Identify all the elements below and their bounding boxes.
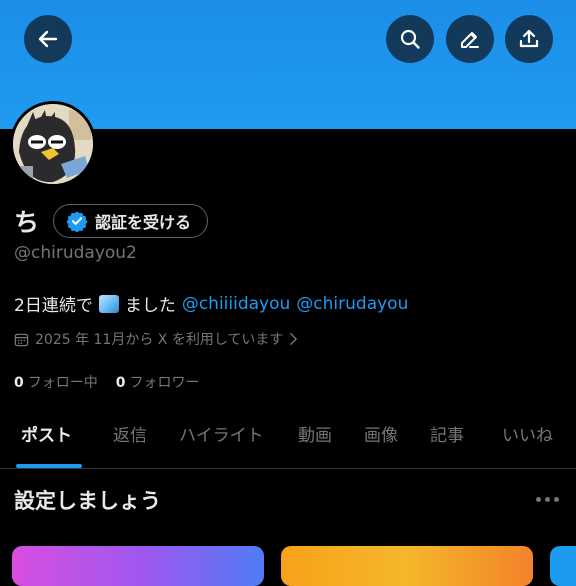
followers-link[interactable]: 0 フォロワー bbox=[116, 372, 200, 392]
followers-label: フォロワー bbox=[129, 375, 200, 391]
verified-badge-icon bbox=[66, 211, 88, 232]
username-handle: @chirudayou2 bbox=[14, 243, 137, 263]
more-horizontal-icon[interactable] bbox=[536, 492, 562, 506]
pencil-icon bbox=[461, 32, 479, 48]
bio: 2日連続で ました @chiiiidayou @chirudayou bbox=[14, 291, 408, 317]
bio-text-prefix: 2日連続で bbox=[14, 296, 93, 316]
setup-card[interactable] bbox=[281, 546, 533, 586]
chevron-right-icon bbox=[290, 333, 298, 345]
setup-card[interactable] bbox=[12, 546, 264, 586]
search-icon bbox=[400, 29, 420, 49]
following-label: フォロー中 bbox=[27, 375, 98, 391]
joined-date-row[interactable]: 2025 年 11月から X を利用しています bbox=[14, 329, 298, 349]
followers-count: 0 bbox=[115, 375, 126, 391]
active-tab-indicator bbox=[16, 464, 82, 468]
tab-likes[interactable]: いいね bbox=[502, 416, 553, 468]
tab-videos[interactable]: 動画 bbox=[298, 416, 332, 468]
joined-date-text: 2025 年 11月から X を利用しています bbox=[35, 332, 284, 348]
tab-posts[interactable]: ポスト bbox=[21, 416, 72, 468]
profile-tabs: ポスト 返信 ハイライト 動画 画像 記事 いいね bbox=[0, 416, 576, 469]
avatar[interactable] bbox=[10, 101, 96, 187]
search-button[interactable] bbox=[386, 15, 434, 63]
calendar-icon bbox=[14, 333, 29, 346]
share-button[interactable] bbox=[505, 15, 553, 63]
avatar-image bbox=[13, 104, 93, 184]
following-count: 0 bbox=[14, 375, 24, 391]
bio-mention-link[interactable]: @chirudayou bbox=[296, 294, 408, 314]
get-verified-label: 認証を受ける bbox=[95, 213, 192, 232]
bio-text-middle: ました bbox=[124, 296, 176, 316]
back-button[interactable] bbox=[24, 15, 72, 63]
name-row: ち 認証を受ける bbox=[14, 202, 209, 240]
get-verified-button[interactable]: 認証を受ける bbox=[53, 204, 209, 238]
profile-banner[interactable] bbox=[0, 0, 576, 129]
tab-highlights[interactable]: ハイライト bbox=[179, 416, 264, 468]
tab-images[interactable]: 画像 bbox=[364, 416, 398, 468]
following-link[interactable]: 0 フォロー中 bbox=[14, 372, 98, 392]
setup-section-title: 設定しましょう bbox=[14, 489, 161, 513]
tab-articles[interactable]: 記事 bbox=[430, 416, 464, 468]
setup-card[interactable] bbox=[550, 546, 576, 586]
display-name: ち bbox=[14, 208, 40, 237]
edit-button[interactable] bbox=[446, 15, 494, 63]
bio-mention-link[interactable]: @chiiiidayou bbox=[182, 294, 290, 314]
tab-replies[interactable]: 返信 bbox=[113, 416, 147, 468]
penguin-avatar-illustration bbox=[13, 104, 93, 184]
share-upload-icon bbox=[519, 29, 539, 48]
arrow-left-icon bbox=[38, 30, 58, 48]
ice-cube-emoji bbox=[98, 294, 119, 313]
follow-stats: 0 フォロー中 0 フォロワー bbox=[14, 372, 200, 392]
